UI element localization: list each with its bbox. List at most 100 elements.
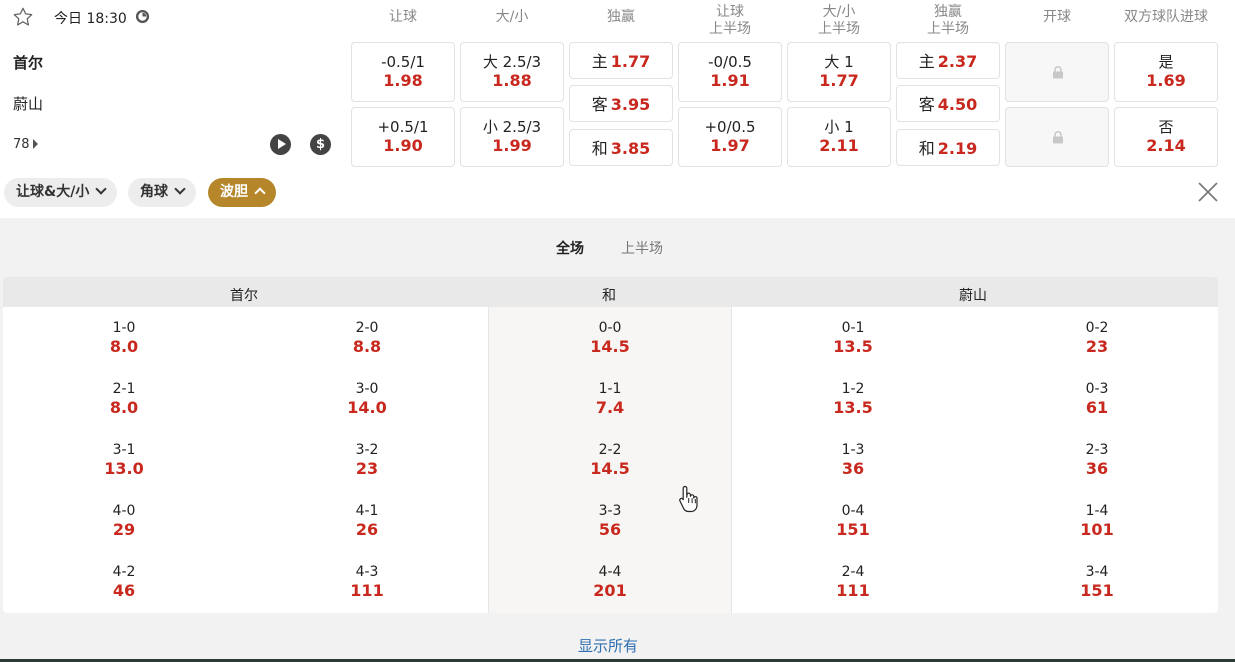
odds-cell-over-1h[interactable]: 大 1 1.77	[787, 42, 891, 102]
score-cell-draw[interactable]: 4-4 201	[560, 563, 660, 601]
chevron-down-icon	[95, 183, 107, 195]
score-label: 1-4	[1085, 503, 1109, 519]
score-odd: 36	[1085, 459, 1109, 478]
clock-icon	[135, 9, 150, 24]
chevron-down-icon	[174, 183, 186, 195]
odds-cell-moneyline-draw[interactable]: 和 3.85	[569, 129, 673, 166]
score-cell-home[interactable]: 4-3 111	[317, 563, 417, 601]
score-cell-away[interactable]: 2-4 111	[803, 563, 903, 601]
score-cell-away[interactable]: 0-1 13.5	[803, 319, 903, 357]
lock-icon	[1053, 131, 1063, 144]
filter-corners[interactable]: 角球	[128, 178, 196, 207]
col-header-over-under: 大/小	[495, 8, 529, 25]
score-cell-draw[interactable]: 2-2 14.5	[560, 441, 660, 479]
odds-cell-under[interactable]: 小 2.5/3 1.99	[460, 107, 564, 167]
score-cell-home[interactable]: 2-0 8.8	[317, 319, 417, 357]
score-cell-home[interactable]: 4-1 26	[317, 502, 417, 540]
score-cell-home[interactable]: 3-0 14.0	[317, 380, 417, 418]
score-cell-draw[interactable]: 1-1 7.4	[560, 380, 660, 418]
odds-cell-over[interactable]: 大 2.5/3 1.88	[460, 42, 564, 102]
score-label: 3-1	[112, 442, 136, 458]
correct-score-grid: 首尔 和 蔚山 1-0 8.0 2-1 8.0 3-1 13.0 4-0 29 4-2 46 2-0…	[3, 277, 1218, 613]
score-cell-home[interactable]: 3-2 23	[317, 441, 417, 479]
correct-score-header: 首尔 和 蔚山	[3, 277, 1218, 307]
score-odd: 13.0	[104, 459, 144, 478]
odds-cell-moneyline-home[interactable]: 主 1.77	[569, 42, 673, 79]
close-icon[interactable]	[1196, 180, 1220, 204]
score-odd: 111	[350, 581, 384, 600]
show-all-link[interactable]: 显示所有	[578, 635, 638, 656]
score-cell-away[interactable]: 1-2 13.5	[803, 380, 903, 418]
score-cell-away[interactable]: 1-4 101	[1047, 502, 1147, 540]
home-team: 首尔	[13, 54, 44, 72]
odds-cell-moneyline-1h-draw[interactable]: 和 2.19	[896, 129, 1000, 166]
filter-correct-score[interactable]: 波胆	[208, 178, 276, 207]
score-cell-draw[interactable]: 3-3 56	[560, 502, 660, 540]
score-label: 0-3	[1085, 381, 1109, 397]
score-label: 0-2	[1085, 320, 1109, 336]
odds-cell-both-score-no[interactable]: 否 2.14	[1114, 107, 1218, 167]
more-markets-link[interactable]: 78	[13, 137, 38, 152]
score-cell-away[interactable]: 2-3 36	[1047, 441, 1147, 479]
odds-cell-handicap-1h-home[interactable]: -0/0.5 1.91	[678, 42, 782, 102]
col-header-handicap: 让球	[389, 8, 417, 25]
score-cell-home[interactable]: 1-0 8.0	[74, 319, 174, 357]
odds-cell-handicap-away[interactable]: +0.5/1 1.90	[351, 107, 455, 167]
odds-cell-handicap-home[interactable]: -0.5/1 1.98	[351, 42, 455, 102]
score-odd: 56	[598, 520, 622, 539]
match-row: 今日 18:30 首尔 蔚山 78 $ 让球 大/小 独赢 让球 上半场 大/小上…	[0, 0, 1235, 218]
score-label: 1-2	[841, 381, 865, 397]
star-icon[interactable]	[12, 6, 34, 28]
score-odd: 46	[112, 581, 136, 600]
score-odd: 151	[1080, 581, 1114, 600]
col-header-kickoff: 开球	[1043, 8, 1071, 25]
score-label: 1-0	[112, 320, 136, 336]
score-label: 2-1	[112, 381, 136, 397]
score-cell-away[interactable]: 1-3 36	[803, 441, 903, 479]
score-cell-away[interactable]: 3-4 151	[1047, 563, 1147, 601]
score-cell-home[interactable]: 4-2 46	[74, 563, 174, 601]
score-cell-home[interactable]: 2-1 8.0	[74, 380, 174, 418]
score-cell-away[interactable]: 0-2 23	[1047, 319, 1147, 357]
score-cell-away[interactable]: 0-4 151	[803, 502, 903, 540]
score-cell-away[interactable]: 0-3 61	[1047, 380, 1147, 418]
score-label: 2-4	[841, 564, 865, 580]
odds-cell-moneyline-1h-away[interactable]: 客 4.50	[896, 85, 1000, 122]
score-odd: 14.5	[590, 337, 630, 356]
score-label: 2-3	[1085, 442, 1109, 458]
odds-cell-moneyline-away[interactable]: 客 3.95	[569, 85, 673, 122]
score-cell-home[interactable]: 3-1 13.0	[74, 441, 174, 479]
play-icon[interactable]	[270, 134, 291, 155]
score-label: 3-2	[355, 442, 379, 458]
score-odd: 8.0	[109, 337, 139, 356]
col-header-moneyline-1h: 独赢 上半场	[927, 4, 969, 37]
score-cell-draw[interactable]: 0-0 14.5	[560, 319, 660, 357]
tab-first-half[interactable]: 上半场	[621, 238, 663, 258]
caret-right-icon	[32, 139, 38, 149]
score-label: 2-2	[598, 442, 622, 458]
score-odd: 8.8	[352, 337, 382, 356]
score-odd: 36	[841, 459, 865, 478]
score-odd: 13.5	[833, 337, 873, 356]
score-odd: 29	[112, 520, 136, 539]
score-label: 0-1	[841, 320, 865, 336]
tab-full-time[interactable]: 全场	[556, 238, 584, 258]
score-label: 4-0	[112, 503, 136, 519]
filter-handicap-ou[interactable]: 让球&大/小	[4, 178, 118, 207]
col-header-moneyline: 独赢	[607, 8, 635, 25]
score-cell-home[interactable]: 4-0 29	[74, 502, 174, 540]
odds-cell-handicap-1h-away[interactable]: +0/0.5 1.97	[678, 107, 782, 167]
dollar-icon[interactable]: $	[310, 134, 331, 155]
col-header-handicap-1h: 让球 上半场	[709, 4, 751, 37]
score-label: 3-3	[598, 503, 622, 519]
score-label: 1-3	[841, 442, 865, 458]
odds-cell-under-1h[interactable]: 小 1 2.11	[787, 107, 891, 167]
odds-cell-moneyline-1h-home[interactable]: 主 2.37	[896, 42, 1000, 79]
hand-cursor-icon	[679, 485, 698, 513]
score-label: 4-1	[355, 503, 379, 519]
odds-cell-both-score-yes[interactable]: 是 1.69	[1114, 42, 1218, 102]
chevron-up-icon	[254, 187, 266, 199]
col-header-over-under-1h: 大/小 上半场	[818, 4, 860, 37]
score-odd: 111	[836, 581, 870, 600]
score-label: 2-0	[355, 320, 379, 336]
